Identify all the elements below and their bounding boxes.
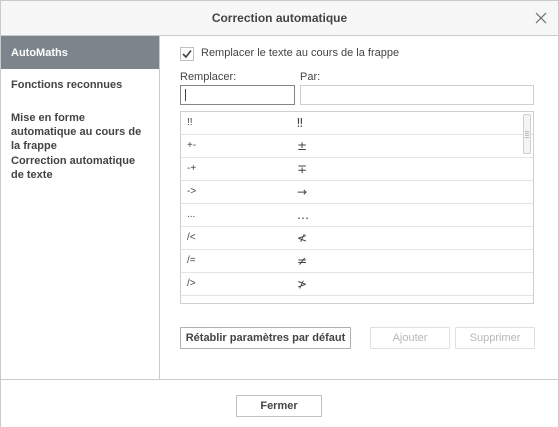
replace-cell: +- — [187, 140, 197, 151]
table-row[interactable]: +- ± — [181, 135, 533, 158]
by-cell: ∷ — [297, 300, 305, 303]
by-cell: ≯ — [297, 277, 308, 291]
table-row[interactable]: -+ ∓ — [181, 158, 533, 181]
by-input[interactable] — [300, 85, 534, 105]
replace-cell: /< — [187, 232, 196, 243]
sidebar-item-autoformat-as-you-type[interactable]: Mise en forme automatique au cours de la… — [1, 111, 159, 152]
sidebar: AutoMaths Fonctions reconnues Mise en fo… — [1, 36, 160, 379]
replace-cell: /> — [187, 278, 196, 289]
replace-label: Remplacer: — [180, 71, 237, 83]
replace-while-typing-label: Remplacer le texte au cours de la frappe — [201, 47, 400, 59]
automaths-panel: Remplacer le texte au cours de la frappe… — [160, 36, 558, 379]
dialog-titlebar: Correction automatique — [1, 1, 558, 36]
reset-defaults-button[interactable]: Rétablir paramètres par défaut — [180, 327, 351, 349]
by-label: Par: — [300, 71, 321, 83]
table-row[interactable]: !! ‼ — [181, 112, 533, 135]
add-button[interactable]: Ajouter — [370, 327, 450, 349]
table-row[interactable]: ... … — [181, 204, 533, 227]
delete-button[interactable]: Supprimer — [455, 327, 535, 349]
by-cell: → — [297, 185, 308, 199]
by-cell: … — [297, 208, 309, 222]
sidebar-item-label: Correction automatique de texte — [11, 155, 136, 181]
sidebar-item-label: AutoMaths — [11, 47, 68, 59]
by-cell: ≠ — [297, 254, 308, 268]
table-row[interactable]: /= ≠ — [181, 250, 533, 273]
checkmark-icon — [182, 50, 192, 59]
by-cell: ≮ — [297, 231, 308, 245]
table-row[interactable]: /> ≯ — [181, 273, 533, 296]
sidebar-item-recognized-functions[interactable]: Fonctions reconnues — [1, 78, 159, 98]
sidebar-item-label: Mise en forme automatique au cours de la… — [11, 112, 142, 152]
replace-cell: :: — [187, 301, 193, 303]
sidebar-item-text-autocorrect[interactable]: Correction automatique de texte — [1, 154, 159, 184]
table-row[interactable]: ::∷ — [181, 296, 533, 303]
list-scrollbar[interactable] — [523, 114, 531, 154]
sidebar-item-automaths[interactable]: AutoMaths — [1, 36, 159, 69]
replace-while-typing-checkbox[interactable] — [180, 47, 194, 61]
sidebar-item-label: Fonctions reconnues — [11, 79, 123, 91]
table-row[interactable]: -> → — [181, 181, 533, 204]
replace-cell: /= — [187, 255, 196, 266]
dialog-title: Correction automatique — [211, 11, 348, 25]
replace-input[interactable] — [180, 85, 295, 105]
by-cell: ∓ — [297, 162, 308, 176]
table-row[interactable]: /< ≮ — [181, 227, 533, 250]
replace-cell: !! — [187, 117, 193, 128]
replace-cell: ... — [187, 209, 196, 220]
replace-cell: -+ — [187, 163, 197, 174]
text-caret — [185, 89, 186, 101]
close-icon[interactable] — [532, 9, 550, 27]
dialog-footer: Fermer — [1, 379, 558, 427]
by-cell: ‼ — [297, 116, 303, 130]
close-button[interactable]: Fermer — [236, 395, 322, 417]
replace-cell: -> — [187, 186, 197, 197]
autocorrect-dialog: Correction automatique AutoMaths Fonctio… — [0, 0, 559, 427]
replacement-list[interactable]: !! ‼+- ±-+ ∓-> →... …/< ≮/= ≠/> ≯::∷ — [180, 111, 534, 304]
by-cell: ± — [297, 139, 308, 153]
